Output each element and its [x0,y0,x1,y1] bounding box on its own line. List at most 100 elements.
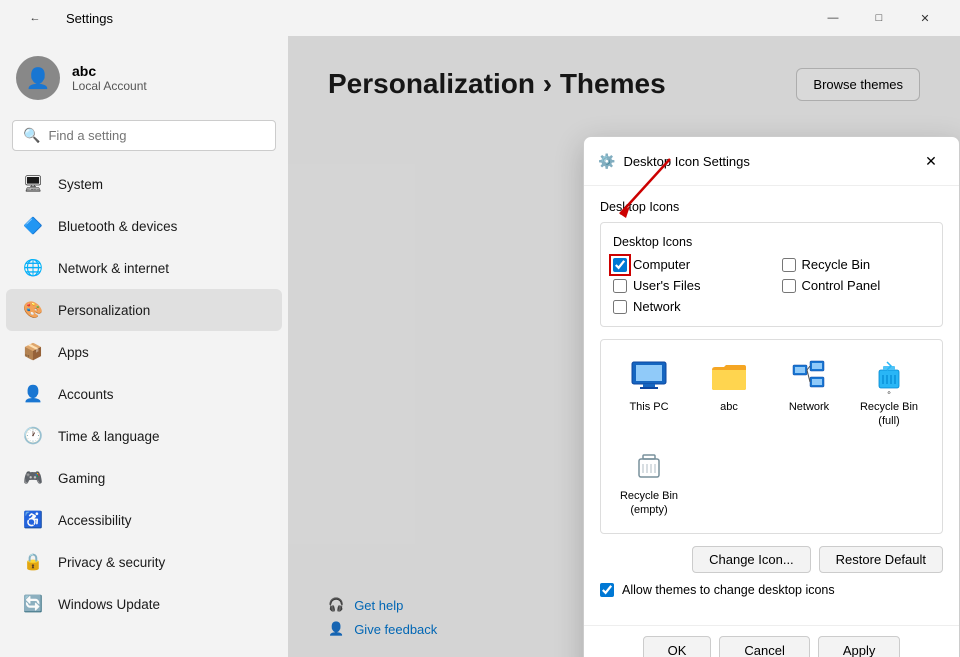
apply-button[interactable]: Apply [818,636,901,657]
search-box: 🔍 [12,120,276,151]
abc-folder-icon [709,356,749,396]
dialog-settings-icon: ⚙️ [598,153,615,170]
computer-checkbox[interactable] [613,258,627,272]
checkboxes-grid: Computer Recycle Bin User's Files [613,257,930,314]
ok-button[interactable]: OK [643,636,712,657]
minimize-button[interactable]: — [810,0,856,36]
icons-preview: This PC abc [600,339,943,534]
sidebar-item-label: Apps [58,345,89,360]
control-panel-label: Control Panel [802,278,881,293]
apps-icon: 📦 [22,341,44,363]
maximize-button[interactable]: □ [856,0,902,36]
cancel-button[interactable]: Cancel [719,636,809,657]
sidebar-item-accessibility[interactable]: ♿ Accessibility [6,499,282,541]
checkbox-network[interactable]: Network [613,299,762,314]
network-checkbox[interactable] [613,300,627,314]
recycle-full-icon: ♻ [869,356,909,396]
dialog-title: Desktop Icon Settings [623,154,749,169]
this-pc-icon [629,356,669,396]
content-area: Personalization › Themes Browse themes 🎧… [288,36,960,657]
recycle-empty-label: Recycle Bin (empty) [617,489,681,518]
user-account-type: Local Account [72,79,147,93]
sidebar: 👤 abc Local Account 🔍 🖥 System 🔷 Bluetoo… [0,36,288,657]
system-icon: 🖥 [22,173,44,195]
user-info: abc Local Account [72,63,147,93]
sidebar-item-time[interactable]: 🕐 Time & language [6,415,282,457]
recycle-full-label: Recycle Bin (full) [857,400,921,429]
sidebar-item-system[interactable]: 🖥 System [6,163,282,205]
sidebar-item-network[interactable]: 🌐 Network & internet [6,247,282,289]
users-files-checkbox[interactable] [613,279,627,293]
sidebar-item-label: Bluetooth & devices [58,219,177,234]
gaming-icon: 🎮 [22,467,44,489]
desktop-icon-settings-dialog: ⚙️ Desktop Icon Settings ✕ Desktop Icons… [583,136,960,657]
recycle-bin-checkbox[interactable] [782,258,796,272]
sidebar-item-gaming[interactable]: 🎮 Gaming [6,457,282,499]
dialog-footer: OK Cancel Apply [584,625,959,657]
network-icon: 🌐 [22,257,44,279]
sidebar-item-label: System [58,177,103,192]
sidebar-item-label: Time & language [58,429,160,444]
checkbox-control-panel[interactable]: Control Panel [782,278,931,293]
sidebar-item-label: Personalization [58,303,150,318]
recycle-empty-icon [629,445,669,485]
network-label: Network [633,299,681,314]
checkbox-computer[interactable]: Computer [613,257,762,272]
computer-label: Computer [633,257,690,272]
sidebar-item-personalization[interactable]: 🎨 Personalization [6,289,282,331]
checkbox-recycle-bin[interactable]: Recycle Bin [782,257,931,272]
sidebar-item-apps[interactable]: 📦 Apps [6,331,282,373]
user-section: 👤 abc Local Account [0,44,288,116]
change-icon-button[interactable]: Change Icon... [692,546,811,573]
titlebar-left: ← Settings [12,0,113,36]
sidebar-item-label: Windows Update [58,597,160,612]
sidebar-item-label: Accessibility [58,513,132,528]
windows-update-icon: 🔄 [22,593,44,615]
network-icon-label: Network [789,400,829,414]
restore-default-button[interactable]: Restore Default [819,546,943,573]
dialog-overlay: ⚙️ Desktop Icon Settings ✕ Desktop Icons… [288,36,960,657]
accessibility-icon: ♿ [22,509,44,531]
icon-item-abc[interactable]: abc [693,352,765,433]
group-label: Desktop Icons [613,235,930,249]
privacy-icon: 🔒 [22,551,44,573]
dialog-close-button[interactable]: ✕ [917,147,945,175]
sidebar-item-label: Gaming [58,471,105,486]
search-icon: 🔍 [23,127,40,144]
sidebar-item-privacy[interactable]: 🔒 Privacy & security [6,541,282,583]
this-pc-label: This PC [629,400,668,414]
dialog-body: Desktop Icons Desktop Icons Computer Rec… [584,186,959,625]
sidebar-item-accounts[interactable]: 👤 Accounts [6,373,282,415]
bluetooth-icon: 🔷 [22,215,44,237]
personalization-icon: 🎨 [22,299,44,321]
sidebar-item-label: Accounts [58,387,114,402]
close-button[interactable]: ✕ [902,0,948,36]
dialog-title-group: ⚙️ Desktop Icon Settings [598,153,750,170]
allow-themes-row: Allow themes to change desktop icons [600,583,943,597]
icon-item-recycle-empty[interactable]: Recycle Bin (empty) [613,441,685,522]
sidebar-item-label: Network & internet [58,261,169,276]
control-panel-checkbox[interactable] [782,279,796,293]
icon-item-this-pc[interactable]: This PC [613,352,685,433]
app-body: 👤 abc Local Account 🔍 🖥 System 🔷 Bluetoo… [0,36,960,657]
icon-item-recycle-full[interactable]: ♻ Recycle Bin (full) [853,352,925,433]
search-input[interactable] [48,128,265,143]
checkbox-users-files[interactable]: User's Files [613,278,762,293]
dialog-titlebar: ⚙️ Desktop Icon Settings ✕ [584,137,959,186]
user-name: abc [72,63,147,79]
avatar-letter: 👤 [26,66,51,91]
desktop-icons-group: Desktop Icons Computer Recycle Bin [600,222,943,327]
window-controls: — □ ✕ [810,0,948,36]
allow-themes-checkbox[interactable] [600,583,614,597]
accounts-icon: 👤 [22,383,44,405]
titlebar: ← Settings — □ ✕ [0,0,960,36]
icon-item-network[interactable]: Network [773,352,845,433]
svg-text:♻: ♻ [887,390,891,394]
users-files-label: User's Files [633,278,701,293]
sidebar-item-windows-update[interactable]: 🔄 Windows Update [6,583,282,625]
back-button[interactable]: ← [12,0,58,36]
sidebar-item-bluetooth[interactable]: 🔷 Bluetooth & devices [6,205,282,247]
avatar: 👤 [16,56,60,100]
recycle-bin-label: Recycle Bin [802,257,871,272]
sidebar-item-label: Privacy & security [58,555,165,570]
